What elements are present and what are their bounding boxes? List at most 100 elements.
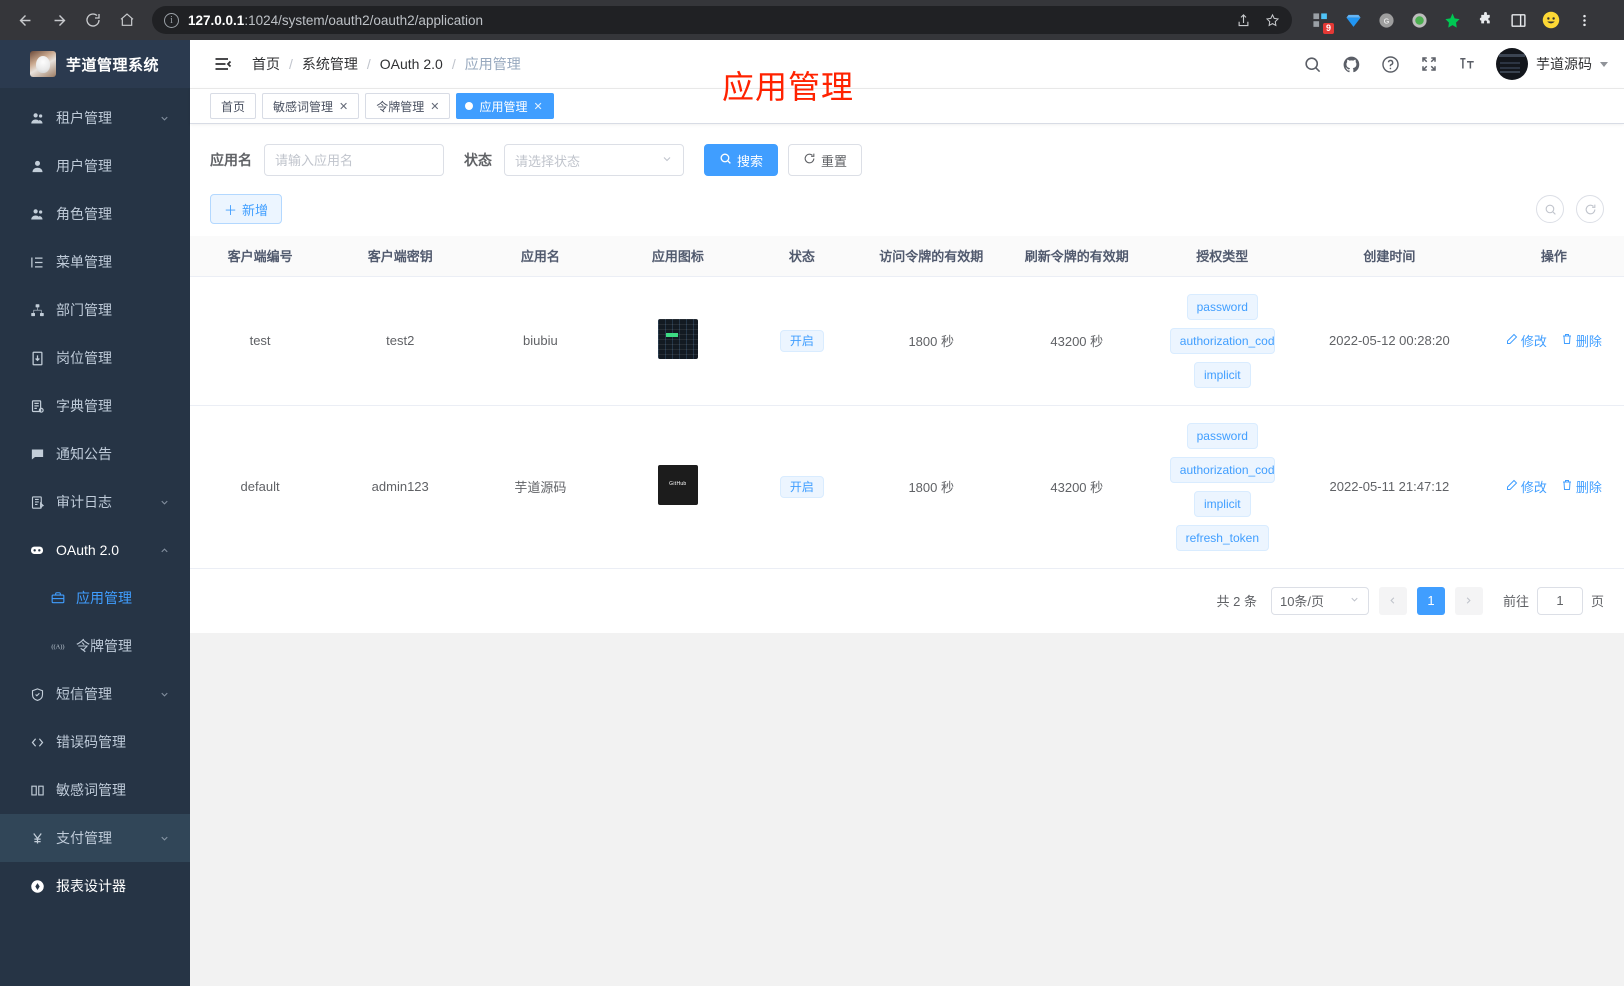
- sidebar-item-label: 用户管理: [56, 158, 112, 174]
- tab-home[interactable]: 首页: [210, 93, 257, 119]
- github-icon[interactable]: [1342, 55, 1361, 74]
- tab-token[interactable]: 令牌管理 ✕: [365, 93, 451, 119]
- sidebar-menu: 租户管理 用户管理 角色管理 菜单管理 部门管理 岗位管理 字典管理 通知公告 …: [0, 88, 190, 910]
- prev-page-button[interactable]: [1378, 586, 1407, 615]
- table-row[interactable]: default admin123 芋道源码 开启 1800 秒 43200 秒 …: [190, 405, 1624, 569]
- next-page-button[interactable]: [1454, 586, 1483, 615]
- sidebar-item-error-code[interactable]: 错误码管理: [0, 718, 190, 766]
- tab-sensitive-word[interactable]: 敏感词管理 ✕: [262, 93, 360, 119]
- table-row[interactable]: test test2 biubiu 开启 1800 秒 43200 秒 pass…: [190, 276, 1624, 406]
- url-path: :1024/system/oauth2/oauth2/application: [244, 12, 483, 28]
- share-icon[interactable]: [1236, 13, 1251, 28]
- tab-application[interactable]: 应用管理 ✕: [456, 93, 554, 119]
- help-icon[interactable]: [1381, 55, 1400, 74]
- sidebar-item-dept[interactable]: 部门管理: [0, 286, 190, 334]
- breadcrumb-item-oauth2[interactable]: OAuth 2.0: [380, 56, 443, 72]
- refresh-circle-icon[interactable]: [1576, 195, 1604, 223]
- sidebar-item-sms[interactable]: 短信管理: [0, 670, 190, 718]
- status-select[interactable]: 请选择状态: [504, 144, 684, 176]
- sidebar-item-user[interactable]: 用户管理: [0, 142, 190, 190]
- extension-star-green-icon[interactable]: [1442, 10, 1462, 30]
- edit-button[interactable]: 修改: [1506, 477, 1547, 496]
- profile-avatar-icon[interactable]: [1541, 10, 1561, 30]
- home-icon[interactable]: [112, 5, 142, 35]
- sidebar-item-payment[interactable]: 支付管理: [0, 814, 190, 862]
- add-button[interactable]: ＋ 新增: [210, 194, 283, 224]
- sidebar-item-notice[interactable]: 通知公告: [0, 430, 190, 478]
- puzzle-icon[interactable]: [1475, 10, 1495, 30]
- extension-circle-icon[interactable]: [1409, 10, 1429, 30]
- close-icon[interactable]: ✕: [534, 100, 543, 113]
- user-menu[interactable]: 芋道源码: [1496, 48, 1608, 80]
- cell-refresh-token-validity: 43200 秒: [1003, 276, 1150, 406]
- sidebar-item-menu[interactable]: 菜单管理: [0, 238, 190, 286]
- sidebar-item-role[interactable]: 角色管理: [0, 190, 190, 238]
- search-button-label: 搜索: [737, 153, 764, 169]
- filter-app-name: 应用名: [210, 144, 444, 176]
- filter-form: 应用名 状态 请选择状态 搜索: [190, 124, 1624, 194]
- status-label: 状态: [464, 152, 492, 168]
- delete-button[interactable]: 删除: [1561, 331, 1602, 350]
- breadcrumb-separator: /: [451, 56, 456, 72]
- page-size-select[interactable]: 10条/页: [1270, 586, 1369, 615]
- avatar: [1496, 48, 1528, 80]
- forward-arrow-icon[interactable]: [44, 5, 74, 35]
- sidebar-item-dict[interactable]: 字典管理: [0, 382, 190, 430]
- search-circle-icon[interactable]: [1536, 195, 1564, 223]
- sidebar-item-label: 错误码管理: [56, 734, 126, 750]
- extension-blocks-icon[interactable]: 9: [1310, 10, 1334, 34]
- sidebar-logo[interactable]: 芋道管理系统: [0, 40, 190, 88]
- sidepanel-icon[interactable]: [1508, 10, 1528, 30]
- sidebar-item-sensitive-word[interactable]: 敏感词管理: [0, 766, 190, 814]
- hamburger-icon[interactable]: [212, 53, 234, 75]
- shield-icon: [26, 687, 48, 702]
- fullscreen-icon[interactable]: [1420, 55, 1438, 73]
- reload-icon[interactable]: [78, 5, 108, 35]
- sidebar-item-report-designer[interactable]: 报表设计器: [0, 862, 190, 910]
- browser-menu-icon[interactable]: [1574, 10, 1594, 30]
- back-arrow-icon[interactable]: [10, 5, 40, 35]
- font-size-icon[interactable]: [1458, 55, 1476, 73]
- sidebar-item-application[interactable]: 应用管理: [0, 574, 190, 622]
- extension-gem-icon[interactable]: [1343, 10, 1363, 30]
- col-refresh-token-validity: 刷新令牌的有效期: [1003, 236, 1150, 277]
- page-number-1[interactable]: 1: [1416, 586, 1445, 615]
- search-icon[interactable]: [1303, 55, 1322, 74]
- edit-button[interactable]: 修改: [1506, 331, 1547, 350]
- col-operation: 操作: [1483, 236, 1624, 277]
- close-icon[interactable]: ✕: [430, 100, 439, 113]
- sidebar-item-audit-log[interactable]: 审计日志: [0, 478, 190, 526]
- sidebar-item-tenant[interactable]: 租户管理: [0, 94, 190, 142]
- url-host: 127.0.0.1: [188, 12, 245, 28]
- reset-button[interactable]: 重置: [788, 144, 863, 176]
- breadcrumb-item-home[interactable]: 首页: [252, 54, 280, 74]
- sidebar-item-post[interactable]: 岗位管理: [0, 334, 190, 382]
- cell-client-id: default: [190, 405, 331, 569]
- row-actions: 修改 删除: [1490, 331, 1618, 350]
- breadcrumb-separator: /: [366, 56, 371, 72]
- page-size-value: 10条/页: [1279, 594, 1325, 609]
- table-toolbar-right: [1536, 195, 1604, 223]
- site-info-icon[interactable]: i: [164, 12, 179, 28]
- sidebar-item-token[interactable]: ((A)) 令牌管理: [0, 622, 190, 670]
- grant-tag: password: [1186, 293, 1258, 320]
- main-area: 首页 / 系统管理 / OAuth 2.0 / 应用管理 芋道源码 首页 敏感词…: [190, 40, 1624, 986]
- sitemap-icon: [26, 303, 48, 318]
- sidebar-item-oauth2[interactable]: OAuth 2.0: [0, 526, 190, 574]
- delete-button[interactable]: 删除: [1561, 477, 1602, 496]
- search-button[interactable]: 搜索: [704, 144, 779, 176]
- jump-input[interactable]: 1: [1536, 586, 1583, 615]
- col-access-token-validity: 访问令牌的有效期: [858, 236, 1004, 277]
- app-icon-github: [657, 465, 698, 505]
- delete-label: 删除: [1575, 334, 1602, 349]
- app-name-input[interactable]: [264, 144, 444, 176]
- page-jumper: 前往 1 页: [1503, 586, 1604, 615]
- col-grant-types: 授权类型: [1149, 236, 1296, 277]
- extension-grammar-icon[interactable]: G: [1376, 10, 1396, 30]
- address-bar[interactable]: i 127.0.0.1:1024/system/oauth2/oauth2/ap…: [152, 6, 1292, 34]
- close-icon[interactable]: ✕: [339, 100, 348, 113]
- breadcrumb-item-system[interactable]: 系统管理: [302, 54, 358, 74]
- star-icon[interactable]: [1265, 13, 1280, 28]
- cell-status: 开启: [745, 405, 859, 569]
- table-head: 客户端编号 客户端密钥 应用名 应用图标 状态 访问令牌的有效期 刷新令牌的有效…: [190, 236, 1624, 277]
